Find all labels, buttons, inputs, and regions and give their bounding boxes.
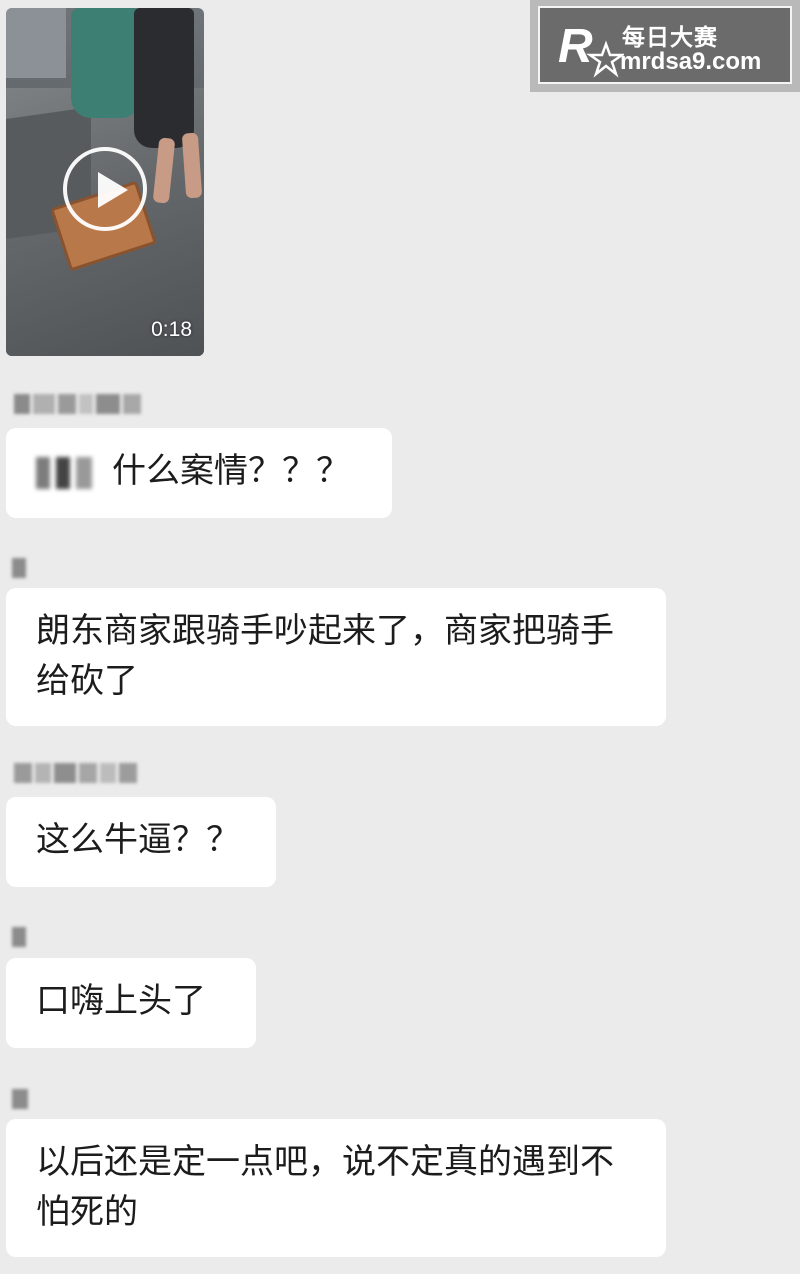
- video-message-thumbnail[interactable]: 0:18: [6, 8, 204, 356]
- message-text: 什么案情？？？: [112, 451, 350, 491]
- watermark-url: mrdsa9.com: [620, 48, 762, 75]
- watermark-title: 每日大赛: [622, 25, 718, 51]
- video-frame-person: [134, 8, 194, 148]
- message-text: 以后还是定一点吧，说不定真的遇到不怕死的: [36, 1142, 614, 1232]
- message-text: 口嗨上头了: [36, 981, 206, 1021]
- sender-name-blurred: [14, 762, 140, 788]
- message-bubble[interactable]: 朗东商家跟骑手吵起来了，商家把骑手给砍了: [6, 588, 666, 726]
- message-bubble[interactable]: 这么牛逼？？: [6, 797, 276, 887]
- sender-name-blurred: [14, 393, 144, 419]
- video-frame-person: [71, 8, 141, 118]
- play-triangle: [98, 172, 128, 208]
- video-frame-object: [6, 8, 66, 78]
- watermark-box: R 每日大赛 mrdsa9.com: [538, 6, 792, 84]
- svg-text:R: R: [558, 20, 593, 73]
- video-duration: 0:18: [151, 318, 192, 341]
- sender-name-blurred: [12, 1088, 31, 1114]
- sender-name-blurred: [12, 926, 29, 952]
- message-bubble[interactable]: 以后还是定一点吧，说不定真的遇到不怕死的: [6, 1119, 666, 1257]
- sender-name-blurred: [12, 557, 29, 583]
- message-bubble[interactable]: 什么案情？？？: [6, 428, 392, 518]
- message-text: 朗东商家跟骑手吵起来了，商家把骑手给砍了: [36, 611, 614, 701]
- watermark: R 每日大赛 mrdsa9.com: [530, 0, 800, 92]
- message-text: 这么牛逼？？: [36, 820, 240, 860]
- mention-blurred: [36, 456, 98, 489]
- logo-icon: R: [558, 20, 624, 78]
- play-icon[interactable]: [63, 147, 147, 231]
- message-bubble[interactable]: 口嗨上头了: [6, 958, 256, 1048]
